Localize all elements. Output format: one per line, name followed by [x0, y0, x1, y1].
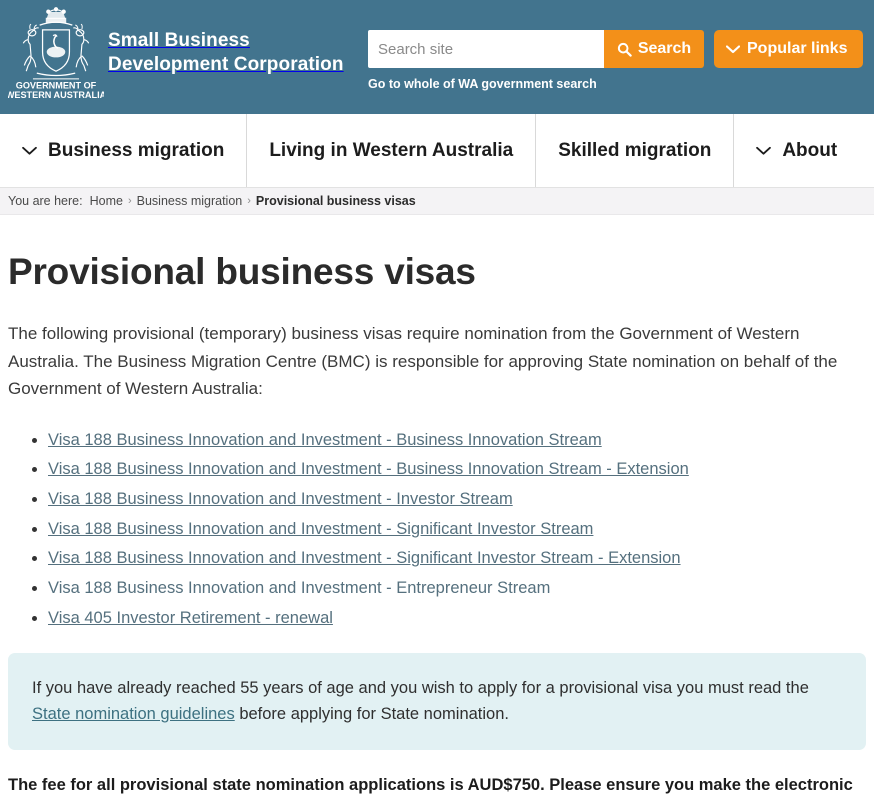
search-row: Search Popular links — [368, 30, 866, 68]
main-navigation: Business migration Living in Western Aus… — [0, 114, 874, 188]
chevron-down-icon — [726, 44, 740, 53]
chevron-down-icon — [22, 146, 37, 155]
list-item: Visa 188 Business Innovation and Investm… — [48, 575, 866, 603]
info-callout: If you have already reached 55 years of … — [8, 652, 866, 751]
org-name-line1: Small Business — [108, 30, 250, 51]
list-item: Visa 188 Business Innovation and Investm… — [48, 545, 866, 573]
popular-links-button[interactable]: Popular links — [714, 30, 864, 68]
list-item: Visa 405 Investor Retirement - renewal — [48, 605, 866, 633]
nav-item-living-in-western-australia[interactable]: Living in Western Australia — [247, 114, 537, 187]
search-button[interactable]: Search — [604, 30, 704, 68]
main-content: Provisional business visas The following… — [0, 251, 874, 802]
org-name-line2: Development Corporation — [108, 54, 344, 76]
callout-text-after: before applying for State nomination. — [234, 705, 509, 724]
intro-paragraph: The following provisional (temporary) bu… — [8, 324, 838, 399]
callout-text-before: If you have already reached 55 years of … — [32, 678, 809, 697]
visa-link[interactable]: Visa 188 Business Innovation and Investm… — [48, 460, 689, 478]
crest-caption-line2: WESTERN AUSTRALIA — [8, 90, 104, 100]
breadcrumb-item-business-migration[interactable]: Business migration — [137, 194, 243, 208]
breadcrumb-separator: › — [127, 195, 132, 207]
nav-label: Living in Western Australia — [269, 139, 514, 161]
breadcrumb-separator: › — [247, 195, 251, 207]
org-name: Small Business Development Corporation — [108, 4, 344, 78]
visa-link[interactable]: Visa 188 Business Innovation and Investm… — [48, 549, 681, 567]
search-input[interactable] — [368, 30, 604, 68]
breadcrumb-item-home[interactable]: Home — [90, 194, 123, 208]
nav-label: Skilled migration — [558, 139, 712, 161]
list-item: Visa 188 Business Innovation and Investm… — [48, 516, 866, 544]
search-button-label: Search — [637, 40, 692, 57]
magnifier-icon — [617, 42, 632, 57]
list-item: Visa 188 Business Innovation and Investm… — [48, 456, 866, 484]
nav-item-business-migration[interactable]: Business migration — [0, 114, 248, 187]
crest-caption-line1: GOVERNMENT OF — [16, 80, 97, 90]
wa-government-search-link[interactable]: Go to whole of WA government search — [368, 77, 597, 91]
breadcrumb-label: You are here: — [8, 194, 83, 208]
list-item: Visa 188 Business Innovation and Investm… — [48, 486, 866, 514]
list-item: Visa 188 Business Innovation and Investm… — [48, 427, 866, 455]
popular-links-label: Popular links — [747, 40, 848, 57]
breadcrumb-item-current: Provisional business visas — [255, 194, 416, 208]
nav-label: About — [782, 139, 838, 161]
fee-note: The fee for all provisional state nomina… — [8, 776, 853, 795]
visa-link[interactable]: Visa 405 Investor Retirement - renewal — [48, 609, 333, 627]
nav-item-skilled-migration[interactable]: Skilled migration — [536, 114, 735, 187]
visa-list: Visa 188 Business Innovation and Investm… — [8, 427, 866, 633]
wa-coat-of-arms-icon: GOVERNMENT OF WESTERN AUSTRALIA — [8, 7, 104, 100]
search-area: Search Popular links Go to whole of WA g… — [368, 30, 866, 93]
visa-link[interactable]: Visa 188 Business Innovation and Investm… — [48, 520, 593, 538]
site-logo-link[interactable]: GOVERNMENT OF WESTERN AUSTRALIA Small Bu… — [0, 0, 344, 100]
site-header: GOVERNMENT OF WESTERN AUSTRALIA Small Bu… — [0, 0, 874, 114]
breadcrumb: You are here: Home › Business migration … — [0, 188, 874, 215]
page-title: Provisional business visas — [8, 251, 476, 292]
visa-text-entrepreneur-stream: Visa 188 Business Innovation and Investm… — [48, 579, 551, 598]
visa-link[interactable]: Visa 188 Business Innovation and Investm… — [48, 490, 513, 508]
nav-item-about[interactable]: About — [734, 114, 859, 187]
visa-link[interactable]: Visa 188 Business Innovation and Investm… — [48, 431, 602, 449]
state-nomination-guidelines-link[interactable]: State nomination guidelines — [32, 705, 235, 723]
nav-label: Business migration — [48, 139, 225, 161]
chevron-down-icon — [756, 146, 772, 155]
